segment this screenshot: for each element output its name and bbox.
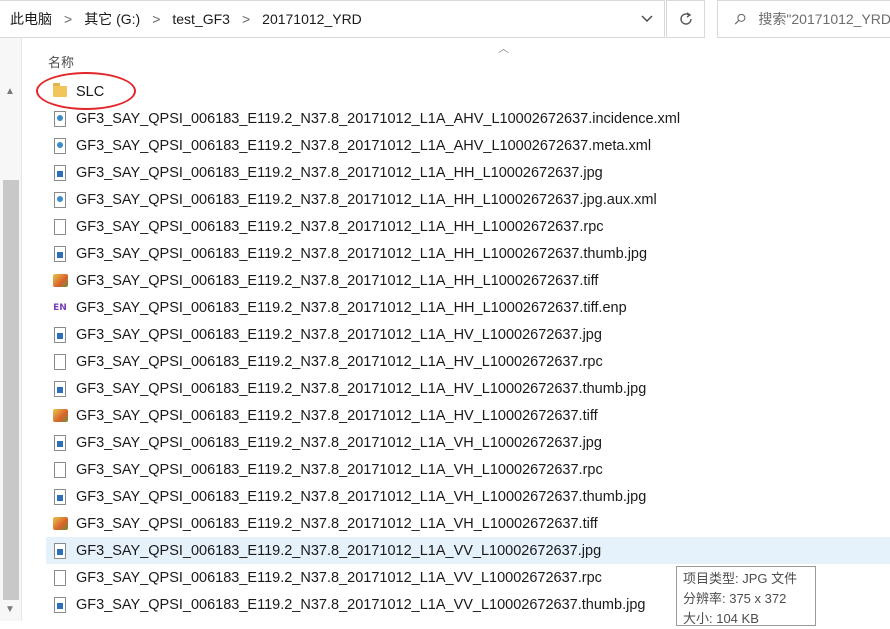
- folder-item[interactable]: SLC: [46, 78, 890, 105]
- sort-ascending-icon: ︿: [498, 43, 509, 55]
- tooltip-type: 项目类型: JPG 文件: [683, 571, 798, 586]
- file-list: SLC GF3_SAY_QPSI_006183_E119.2_N37.8_2017…: [46, 78, 890, 618]
- file-item[interactable]: GF3_SAY_QPSI_006183_E119.2_N37.8_2017101…: [46, 402, 890, 429]
- file-name: GF3_SAY_QPSI_006183_E119.2_N37.8_2017101…: [76, 542, 602, 559]
- file-name: GF3_SAY_QPSI_006183_E119.2_N37.8_2017101…: [76, 272, 599, 289]
- address-bar[interactable]: 此电脑 > 其它 (G:) > test_GF3 > 20171012_YRD: [0, 0, 665, 38]
- file-name: GF3_SAY_QPSI_006183_E119.2_N37.8_2017101…: [76, 407, 598, 424]
- file-item[interactable]: GF3_SAY_QPSI_006183_E119.2_N37.8_2017101…: [46, 429, 890, 456]
- xml-file-icon: [52, 110, 68, 128]
- file-item[interactable]: GF3_SAY_QPSI_006183_E119.2_N37.8_2017101…: [46, 510, 890, 537]
- file-name: GF3_SAY_QPSI_006183_E119.2_N37.8_2017101…: [76, 380, 647, 397]
- image-file-icon: [52, 245, 68, 263]
- highlight-circle: [36, 72, 136, 110]
- file-name: GF3_SAY_QPSI_006183_E119.2_N37.8_2017101…: [76, 110, 681, 127]
- tooltip-resolution: 分辨率: 375 x 372: [683, 591, 787, 606]
- enp-file-icon: EN: [53, 302, 67, 313]
- file-item[interactable]: GF3_SAY_QPSI_006183_E119.2_N37.8_2017101…: [46, 267, 890, 294]
- file-item[interactable]: GF3_SAY_QPSI_006183_E119.2_N37.8_2017101…: [46, 483, 890, 510]
- file-name: GF3_SAY_QPSI_006183_E119.2_N37.8_2017101…: [76, 137, 652, 154]
- file-item[interactable]: GF3_SAY_QPSI_006183_E119.2_N37.8_2017101…: [46, 186, 890, 213]
- tiff-file-icon: [52, 407, 68, 425]
- tooltip-size: 大小: 104 KB: [683, 611, 759, 626]
- blank-file-icon: [52, 569, 68, 587]
- file-item[interactable]: GF3_SAY_QPSI_006183_E119.2_N37.8_2017101…: [46, 456, 890, 483]
- file-info-tooltip: 项目类型: JPG 文件 分辨率: 375 x 372 大小: 104 KB: [676, 566, 816, 626]
- search-icon: [734, 13, 746, 25]
- file-item[interactable]: GF3_SAY_QPSI_006183_E119.2_N37.8_2017101…: [46, 321, 890, 348]
- blank-file-icon: [52, 218, 68, 236]
- file-name: GF3_SAY_QPSI_006183_E119.2_N37.8_2017101…: [76, 515, 598, 532]
- image-file-icon: [52, 380, 68, 398]
- file-item[interactable]: GF3_SAY_QPSI_006183_E119.2_N37.8_2017101…: [46, 159, 890, 186]
- chevron-down-icon: [641, 15, 653, 22]
- breadcrumb-separator-icon[interactable]: >: [64, 11, 72, 27]
- file-item[interactable]: GF3_SAY_QPSI_006183_E119.2_N37.8_2017101…: [46, 213, 890, 240]
- xml-file-icon: [52, 191, 68, 209]
- file-item[interactable]: GF3_SAY_QPSI_006183_E119.2_N37.8_2017101…: [46, 132, 890, 159]
- file-name: GF3_SAY_QPSI_006183_E119.2_N37.8_2017101…: [76, 299, 627, 316]
- search-input[interactable]: 搜索"20171012_YRD": [758, 9, 890, 29]
- file-item[interactable]: GF3_SAY_QPSI_006183_E119.2_N37.8_2017101…: [46, 348, 890, 375]
- file-name: GF3_SAY_QPSI_006183_E119.2_N37.8_2017101…: [76, 569, 602, 586]
- file-name: GF3_SAY_QPSI_006183_E119.2_N37.8_2017101…: [76, 488, 647, 505]
- breadcrumb-test-gf3[interactable]: test_GF3: [172, 11, 230, 27]
- file-item[interactable]: EN GF3_SAY_QPSI_006183_E119.2_N37.8_20171…: [46, 294, 890, 321]
- file-name: GF3_SAY_QPSI_006183_E119.2_N37.8_2017101…: [76, 461, 603, 478]
- file-name: GF3_SAY_QPSI_006183_E119.2_N37.8_2017101…: [76, 245, 648, 262]
- scroll-up-icon[interactable]: ▲: [5, 86, 15, 97]
- image-file-icon: [52, 488, 68, 506]
- file-item[interactable]: GF3_SAY_QPSI_006183_E119.2_N37.8_2017101…: [46, 537, 890, 564]
- file-name: GF3_SAY_QPSI_006183_E119.2_N37.8_2017101…: [76, 353, 603, 370]
- breadcrumb-separator-icon[interactable]: >: [152, 11, 160, 27]
- breadcrumb-drive-g[interactable]: 其它 (G:): [84, 9, 140, 29]
- image-file-icon: [52, 164, 68, 182]
- image-file-icon: [52, 326, 68, 344]
- file-name: GF3_SAY_QPSI_006183_E119.2_N37.8_2017101…: [76, 434, 602, 451]
- refresh-icon: [679, 12, 692, 25]
- search-box[interactable]: 搜索"20171012_YRD": [717, 0, 890, 38]
- scroll-down-icon[interactable]: ▼: [5, 604, 15, 615]
- file-name: GF3_SAY_QPSI_006183_E119.2_N37.8_2017101…: [76, 218, 604, 235]
- file-name: GF3_SAY_QPSI_006183_E119.2_N37.8_2017101…: [76, 191, 657, 208]
- file-name: GF3_SAY_QPSI_006183_E119.2_N37.8_2017101…: [76, 326, 602, 343]
- refresh-button[interactable]: [666, 0, 705, 38]
- tiff-file-icon: [52, 272, 68, 290]
- navigation-pane-scrollbar[interactable]: ▲ ▼: [0, 38, 22, 621]
- xml-file-icon: [52, 137, 68, 155]
- blank-file-icon: [52, 353, 68, 371]
- address-dropdown-button[interactable]: [630, 1, 664, 37]
- breadcrumb-separator-icon[interactable]: >: [242, 11, 250, 27]
- image-file-icon: [52, 542, 68, 560]
- blank-file-icon: [52, 461, 68, 479]
- image-file-icon: [52, 596, 68, 614]
- breadcrumb-current-folder[interactable]: 20171012_YRD: [262, 11, 362, 27]
- file-item[interactable]: GF3_SAY_QPSI_006183_E119.2_N37.8_2017101…: [46, 240, 890, 267]
- image-file-icon: [52, 434, 68, 452]
- file-name: GF3_SAY_QPSI_006183_E119.2_N37.8_2017101…: [76, 596, 646, 613]
- file-item[interactable]: GF3_SAY_QPSI_006183_E119.2_N37.8_2017101…: [46, 105, 890, 132]
- column-header-name[interactable]: 名称: [48, 52, 74, 71]
- tiff-file-icon: [52, 515, 68, 533]
- breadcrumb-this-pc[interactable]: 此电脑: [10, 9, 52, 29]
- file-item[interactable]: GF3_SAY_QPSI_006183_E119.2_N37.8_2017101…: [46, 375, 890, 402]
- file-name: GF3_SAY_QPSI_006183_E119.2_N37.8_2017101…: [76, 164, 603, 181]
- breadcrumb: 此电脑 > 其它 (G:) > test_GF3 > 20171012_YRD: [0, 9, 630, 29]
- scrollbar-thumb[interactable]: [3, 180, 19, 600]
